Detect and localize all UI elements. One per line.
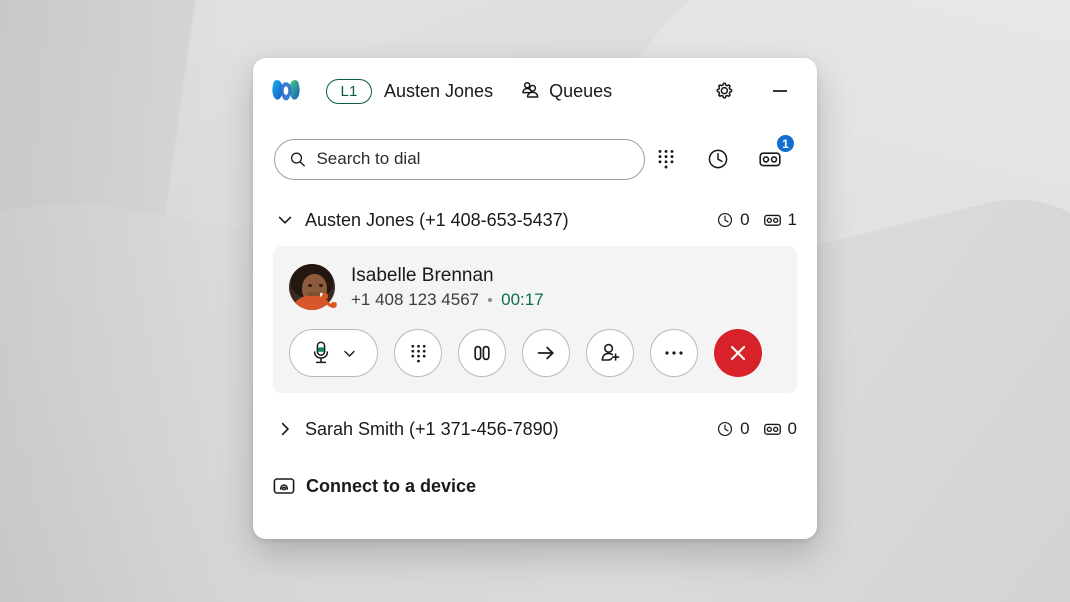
- line-badge[interactable]: L1: [326, 78, 372, 104]
- line-label: Austen Jones (+1 408-653-5437): [305, 209, 569, 230]
- cast-device-icon: [273, 477, 295, 494]
- line-counts: 0 1: [716, 210, 797, 230]
- mute-control[interactable]: [289, 329, 378, 377]
- screen: L1 Austen Jones Queues Search to dial 1 …: [0, 0, 1070, 602]
- call-controls: [289, 329, 781, 377]
- search-icon: [290, 152, 305, 166]
- voicemail-button[interactable]: 1: [753, 133, 796, 176]
- call-history-button[interactable]: [701, 142, 735, 176]
- people-group-icon: [522, 81, 539, 98]
- clock-icon: [718, 212, 733, 228]
- person-add-icon: [601, 343, 620, 361]
- arrow-right-icon: [537, 346, 554, 360]
- transfer-button[interactable]: [522, 329, 570, 377]
- call-duration: 00:17: [501, 289, 544, 309]
- call-identity: Isabelle Brennan +1 408 123 4567 00:17: [289, 264, 781, 310]
- voicemail-count: 1: [787, 210, 797, 229]
- missed-calls-count-group: 0: [716, 419, 750, 439]
- voicemail-count: 0: [787, 419, 797, 438]
- queues-label: Queues: [549, 80, 613, 101]
- dialpad-icon: [658, 149, 674, 169]
- caller-number: +1 408 123 4567: [351, 289, 480, 309]
- minimize-button[interactable]: [763, 74, 797, 108]
- microphone-icon: [313, 341, 328, 364]
- caller-meta: +1 408 123 4567 00:17: [351, 290, 544, 310]
- missed-calls-count: 0: [740, 210, 750, 229]
- missed-calls-count-group: 0: [716, 210, 750, 230]
- caller-name: Isabelle Brennan: [351, 264, 494, 286]
- voicemail-icon: [763, 214, 781, 226]
- meta-separator-dot: [488, 297, 493, 302]
- voicemail-icon: [763, 423, 781, 435]
- voicemail-count-group: 0: [763, 419, 797, 439]
- clock-icon: [718, 421, 733, 437]
- keypad-button[interactable]: [394, 329, 442, 377]
- call-app-window: L1 Austen Jones Queues Search to dial 1 …: [253, 58, 817, 539]
- search-actions: 1: [649, 133, 797, 176]
- hold-button[interactable]: [458, 329, 506, 377]
- connect-to-device-label: Connect to a device: [306, 475, 477, 496]
- voicemail-count-group: 1: [763, 210, 797, 230]
- search-input[interactable]: [316, 149, 630, 169]
- title-bar: L1 Austen Jones Queues: [253, 58, 817, 124]
- missed-calls-count: 0: [740, 419, 750, 438]
- more-options-button[interactable]: [650, 329, 698, 377]
- chevron-right-icon[interactable]: [273, 417, 297, 441]
- line-counts: 0 0: [716, 419, 797, 439]
- end-call-button[interactable]: [714, 329, 762, 377]
- chevron-down-icon[interactable]: [342, 346, 357, 361]
- line-row-secondary[interactable]: Sarah Smith (+1 371-456-7890) 0 0: [253, 403, 817, 455]
- active-call-card: Isabelle Brennan +1 408 123 4567 00:17: [273, 246, 797, 393]
- pause-icon: [474, 345, 490, 361]
- avatar-wrap: [289, 264, 337, 310]
- queues-button[interactable]: Queues: [521, 81, 612, 102]
- webex-logo-icon: [272, 80, 300, 101]
- clock-icon: [708, 149, 728, 169]
- settings-button[interactable]: [707, 74, 741, 108]
- background-edge: [0, 0, 240, 602]
- phone-active-icon: [318, 289, 340, 311]
- gear-icon: [716, 82, 733, 99]
- call-text: Isabelle Brennan +1 408 123 4567 00:17: [351, 265, 544, 310]
- minimize-icon: [773, 90, 787, 92]
- line-label: Sarah Smith (+1 371-456-7890): [305, 418, 559, 439]
- close-x-icon: [730, 345, 746, 361]
- search-row: 1: [253, 124, 817, 194]
- chevron-down-icon[interactable]: [273, 208, 297, 232]
- connect-to-device-button[interactable]: Connect to a device: [253, 463, 817, 509]
- dialpad-button[interactable]: [649, 142, 683, 176]
- add-person-button[interactable]: [586, 329, 634, 377]
- ellipsis-icon: [665, 351, 683, 355]
- user-name: Austen Jones: [384, 80, 494, 101]
- dialpad-icon: [410, 344, 426, 362]
- line-row-primary[interactable]: Austen Jones (+1 408-653-5437) 0 1: [253, 194, 817, 246]
- search-box[interactable]: [274, 138, 645, 180]
- voicemail-badge: 1: [775, 133, 796, 154]
